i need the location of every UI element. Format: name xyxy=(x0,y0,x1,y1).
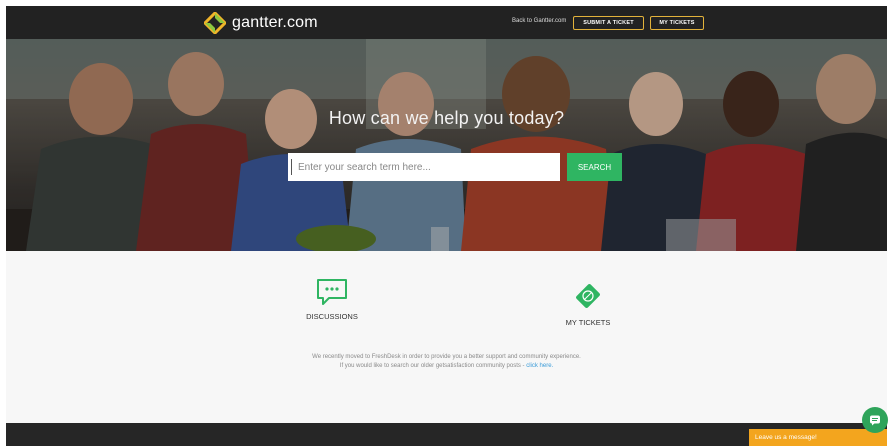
my-tickets-button[interactable]: MY TICKETS xyxy=(650,16,704,30)
logo-text: gantter.com xyxy=(232,14,318,31)
click-here-link[interactable]: click here. xyxy=(526,363,553,369)
discussions-label: DISCUSSIONS xyxy=(306,312,358,321)
search-input[interactable] xyxy=(288,153,560,181)
content-area xyxy=(6,251,887,423)
submit-ticket-button[interactable]: SUBMIT A TICKET xyxy=(573,16,644,30)
back-to-gantter-link[interactable]: Back to Gantter.com xyxy=(512,18,566,24)
leave-message-label: Leave us a message! xyxy=(755,434,817,441)
my-tickets-label: MY TICKETS xyxy=(565,318,611,327)
logo[interactable]: gantter.com xyxy=(204,11,318,35)
leave-message-bar[interactable]: Leave us a message! xyxy=(749,429,887,446)
search-button[interactable]: SEARCH xyxy=(567,153,622,181)
chat-icon xyxy=(317,279,347,305)
chat-widget-button[interactable] xyxy=(862,407,888,433)
hero-overlay xyxy=(6,39,887,251)
top-navbar: gantter.com Back to Gantter.com SUBMIT A… xyxy=(6,6,887,39)
gantter-logo-icon xyxy=(204,12,226,34)
ticket-icon xyxy=(576,284,600,308)
page: gantter.com Back to Gantter.com SUBMIT A… xyxy=(6,6,887,446)
my-tickets-card[interactable]: MY TICKETS xyxy=(553,279,623,327)
chat-bubble-icon xyxy=(870,415,880,426)
hero-title: How can we help you today? xyxy=(328,108,565,128)
freshdesk-notice: We recently moved to FreshDesk in order … xyxy=(6,353,887,371)
discussions-card[interactable]: DISCUSSIONS xyxy=(302,277,362,321)
notice-line-2: If you would like to search our older ge… xyxy=(339,363,527,369)
hero-banner xyxy=(6,39,887,251)
notice-line-1: We recently moved to FreshDesk in order … xyxy=(312,354,581,360)
text-cursor xyxy=(291,159,292,175)
